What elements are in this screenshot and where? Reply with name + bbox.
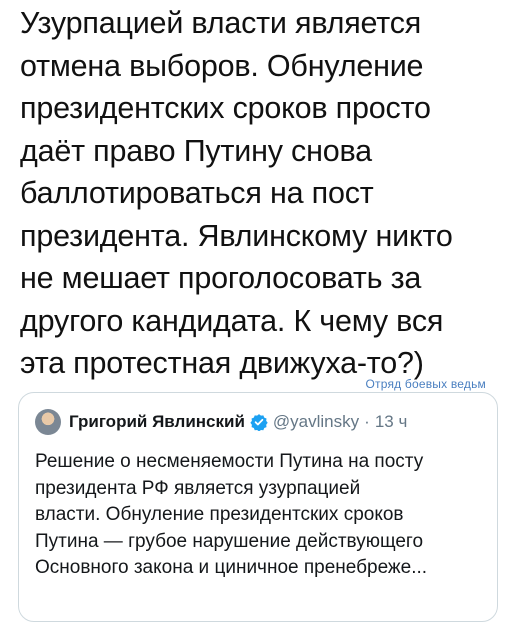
tweet-text-line: отмена выборов. Обнуление xyxy=(20,48,424,83)
quoted-text-line: власти. Обнуление президентских сроков xyxy=(35,504,404,525)
tweet-text-line: не мешает проголосовать за xyxy=(20,261,422,295)
quoted-tweet-card[interactable]: Григорий Явлинский @yavlinsky · 13 ч Реш… xyxy=(18,392,498,622)
tweet-text: Узурпацией власти является отмена выборо… xyxy=(20,2,510,385)
quoted-tweet-header: Григорий Явлинский @yavlinsky · 13 ч xyxy=(35,407,407,437)
author-handle[interactable]: @yavlinsky xyxy=(273,412,359,432)
quoted-text-line: Решение о несменяемости Путина на посту xyxy=(35,451,424,472)
tweet-text-line: баллотироваться на пост xyxy=(20,176,374,210)
tweet-text-line: даёт право Путину снова xyxy=(20,133,372,168)
quoted-text-line: Путина — грубое нарушение действующего xyxy=(35,530,424,552)
tweet-text-line: президента. Явлинскому никто xyxy=(20,218,453,253)
verified-badge-icon xyxy=(250,413,268,431)
author-name[interactable]: Григорий Явлинский xyxy=(69,412,245,432)
quoted-text-line: президента РФ является узурпацией xyxy=(35,477,361,499)
tweet-text-line: президентских сроков просто xyxy=(20,91,431,125)
tweet-text-line: другого кандидата. К чему вся xyxy=(20,303,444,338)
quoted-text-line: Основного закона и циничное пренебреже..… xyxy=(35,557,428,578)
quoted-tweet-text: Решение о несменяемости Путина на посту … xyxy=(35,449,490,582)
tweet-text-line: Узурпацией власти является xyxy=(20,6,422,40)
separator: · xyxy=(364,412,370,431)
watermark: Отряд боевых ведьм xyxy=(365,377,486,391)
avatar[interactable] xyxy=(35,409,61,435)
timestamp[interactable]: 13 ч xyxy=(375,412,408,432)
